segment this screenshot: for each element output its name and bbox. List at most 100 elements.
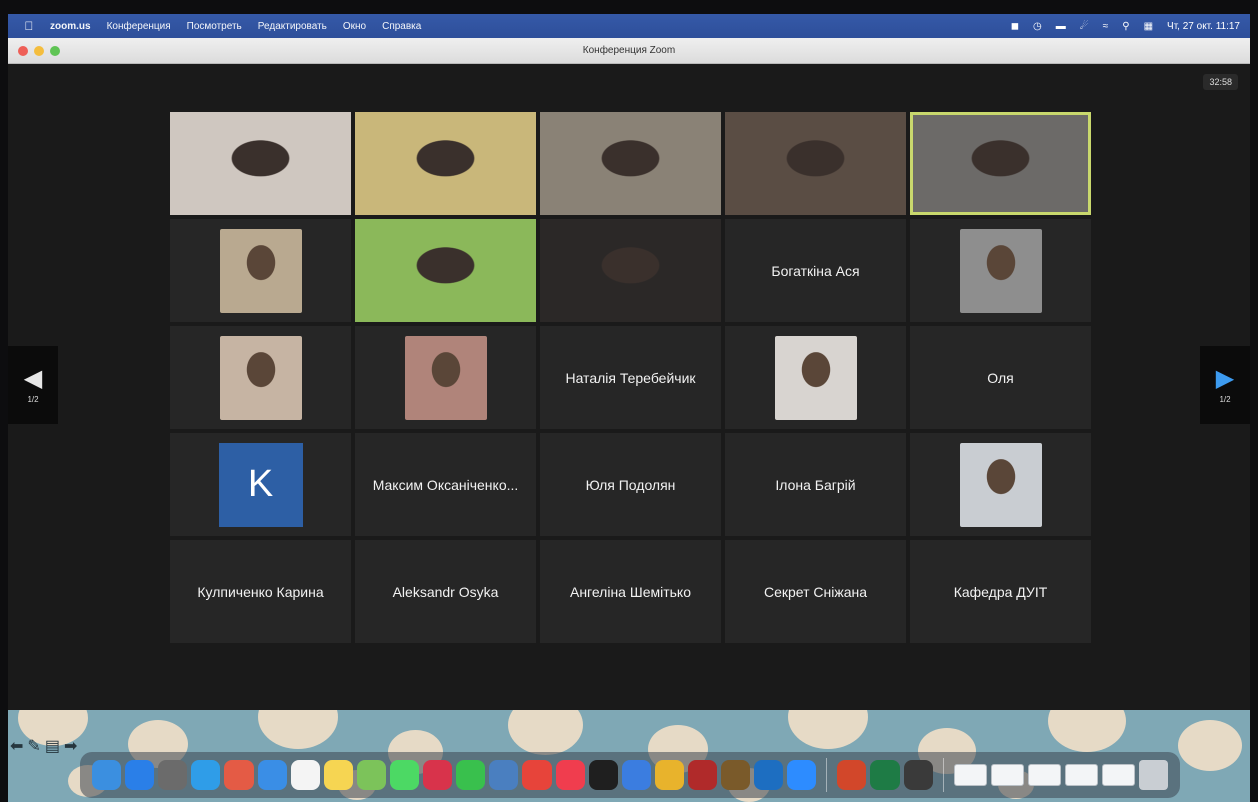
app-store-icon[interactable] bbox=[125, 760, 155, 790]
participant-tile[interactable]: Максим Оксаніченко... bbox=[355, 433, 536, 536]
trash-icon[interactable] bbox=[1138, 760, 1169, 790]
participant-tile[interactable]: Секрет Сніжана bbox=[725, 540, 906, 643]
search-icon[interactable]: ⚲ bbox=[1122, 21, 1129, 32]
clock-status-icon[interactable]: ◷ bbox=[1033, 21, 1042, 32]
participant-tile[interactable] bbox=[355, 112, 536, 215]
participant-tile[interactable] bbox=[355, 219, 536, 322]
participant-tile[interactable] bbox=[725, 326, 906, 429]
participant-tile[interactable]: Кулпиченко Карина bbox=[170, 540, 351, 643]
participant-tile[interactable] bbox=[355, 326, 536, 429]
notes-icon[interactable] bbox=[323, 760, 353, 790]
menu-view[interactable]: Посмотреть bbox=[187, 21, 242, 32]
close-window-button[interactable] bbox=[18, 46, 28, 56]
participant-tile[interactable] bbox=[170, 112, 351, 215]
participant-tile[interactable] bbox=[170, 326, 351, 429]
participant-tile[interactable]: Юля Подолян bbox=[540, 433, 721, 536]
messages-icon[interactable] bbox=[389, 760, 420, 790]
menu-window[interactable]: Окно bbox=[343, 21, 366, 32]
menu-conference[interactable]: Конференция bbox=[107, 21, 171, 32]
participant-tile[interactable] bbox=[170, 219, 351, 322]
participant-photo bbox=[959, 442, 1042, 527]
dock-file-thumbnail[interactable] bbox=[1027, 764, 1061, 786]
participant-tile[interactable]: Ангеліна Шемітько bbox=[540, 540, 721, 643]
photos-icon[interactable] bbox=[356, 760, 386, 790]
participant-tile[interactable]: Aleksandr Osyka bbox=[355, 540, 536, 643]
apple-menu-icon[interactable]:  bbox=[18, 19, 40, 33]
preview-icon[interactable] bbox=[489, 760, 519, 790]
participant-tile[interactable]: Наталія Теребейчик bbox=[540, 326, 721, 429]
powerpoint-icon[interactable] bbox=[837, 760, 867, 790]
participant-tile[interactable] bbox=[540, 219, 721, 322]
finder-icon[interactable] bbox=[92, 760, 122, 790]
excel-icon[interactable] bbox=[870, 760, 900, 790]
outlook-icon[interactable] bbox=[754, 760, 784, 790]
participant-tile[interactable] bbox=[910, 112, 1091, 215]
participant-tile[interactable]: Богаткіна Ася bbox=[725, 219, 906, 322]
clock-text[interactable]: Чт, 27 окт. 11:17 bbox=[1167, 21, 1240, 32]
participant-name: Кафедра ДУІТ bbox=[953, 583, 1048, 600]
participant-name: Aleksandr Osyka bbox=[392, 583, 499, 600]
dictionary-icon[interactable] bbox=[687, 760, 718, 790]
screenshot-icon[interactable] bbox=[903, 760, 933, 790]
participant-tile[interactable] bbox=[540, 112, 721, 215]
dock-file-thumbnail[interactable] bbox=[953, 764, 987, 786]
music-icon[interactable] bbox=[555, 760, 585, 790]
wallpaper-spot bbox=[788, 710, 868, 749]
menu-app-name[interactable]: zoom.us bbox=[50, 21, 91, 32]
calendar-icon[interactable] bbox=[290, 760, 320, 790]
menu-bar:  zoom.us Конференция Посмотреть Редакти… bbox=[8, 14, 1250, 38]
zoom-icon[interactable] bbox=[787, 760, 817, 790]
participant-tile[interactable] bbox=[910, 433, 1091, 536]
participant-tile[interactable]: Оля bbox=[910, 326, 1091, 429]
participant-name: Ілона Багрій bbox=[775, 476, 856, 493]
participant-video bbox=[355, 112, 536, 215]
wallpaper-spot bbox=[258, 710, 338, 749]
dock-file-thumbnail[interactable] bbox=[1064, 764, 1098, 786]
zoom-window-titlebar: Конференция Zoom bbox=[8, 38, 1250, 64]
forward-arrow-icon[interactable]: ➡ bbox=[64, 736, 77, 756]
photo-booth-icon[interactable] bbox=[423, 760, 453, 790]
left-arrow-icon: ◀ bbox=[23, 364, 43, 392]
fullscreen-window-button[interactable] bbox=[50, 46, 60, 56]
system-preferences-icon[interactable] bbox=[158, 760, 188, 790]
participant-name: Кулпиченко Карина bbox=[197, 583, 324, 600]
launchpad-icon[interactable] bbox=[224, 760, 254, 790]
participant-video bbox=[170, 112, 351, 215]
battery-icon[interactable]: ▬ bbox=[1056, 21, 1066, 32]
minimize-window-button[interactable] bbox=[34, 46, 44, 56]
chrome-alt-icon[interactable] bbox=[654, 760, 684, 790]
page-indicator: 1/2 bbox=[1219, 394, 1231, 404]
dock-file-thumbnail[interactable] bbox=[1101, 764, 1135, 786]
meeting-gallery-view: 32:58 ◀ 1/2 ▶ 1/2 Богаткіна Ася Наталія Т… bbox=[8, 64, 1250, 710]
game-icon[interactable] bbox=[721, 760, 751, 790]
chrome-icon[interactable] bbox=[522, 760, 552, 790]
apple-tv-icon[interactable] bbox=[588, 760, 618, 790]
wallpaper-spot bbox=[508, 710, 583, 755]
volume-icon[interactable]: ☄ bbox=[1080, 21, 1089, 32]
zoom-status-icon[interactable]: ◼ bbox=[1011, 21, 1019, 32]
back-arrow-icon[interactable]: ⬅ bbox=[10, 736, 23, 756]
facetime-icon[interactable] bbox=[456, 760, 486, 790]
menu-edit[interactable]: Редактировать bbox=[258, 21, 327, 32]
participant-tile[interactable]: Кафедра ДУІТ bbox=[910, 540, 1091, 643]
participant-tile[interactable] bbox=[910, 219, 1091, 322]
participant-video bbox=[540, 112, 721, 215]
previous-page-button[interactable]: ◀ 1/2 bbox=[8, 346, 58, 424]
control-center-icon[interactable]: ▦ bbox=[1144, 21, 1153, 32]
participant-tile[interactable]: K bbox=[170, 433, 351, 536]
menu-help[interactable]: Справка bbox=[382, 21, 421, 32]
participant-tile[interactable] bbox=[725, 112, 906, 215]
screen-icon[interactable]: ▤ bbox=[45, 736, 60, 756]
participant-tile[interactable]: Ілона Багрій bbox=[725, 433, 906, 536]
window-controls bbox=[18, 46, 60, 56]
safari-icon[interactable] bbox=[191, 760, 221, 790]
dock-file-thumbnail[interactable] bbox=[990, 764, 1024, 786]
mail-icon[interactable] bbox=[257, 760, 287, 790]
next-page-button[interactable]: ▶ 1/2 bbox=[1200, 346, 1250, 424]
wifi-icon[interactable]: ≈ bbox=[1103, 21, 1109, 32]
dock bbox=[80, 752, 1180, 798]
finder-alt-icon[interactable] bbox=[621, 760, 651, 790]
participant-photo bbox=[404, 335, 487, 420]
participant-name: Богаткіна Ася bbox=[771, 262, 860, 279]
pencil-icon[interactable]: ✎ bbox=[27, 736, 40, 756]
